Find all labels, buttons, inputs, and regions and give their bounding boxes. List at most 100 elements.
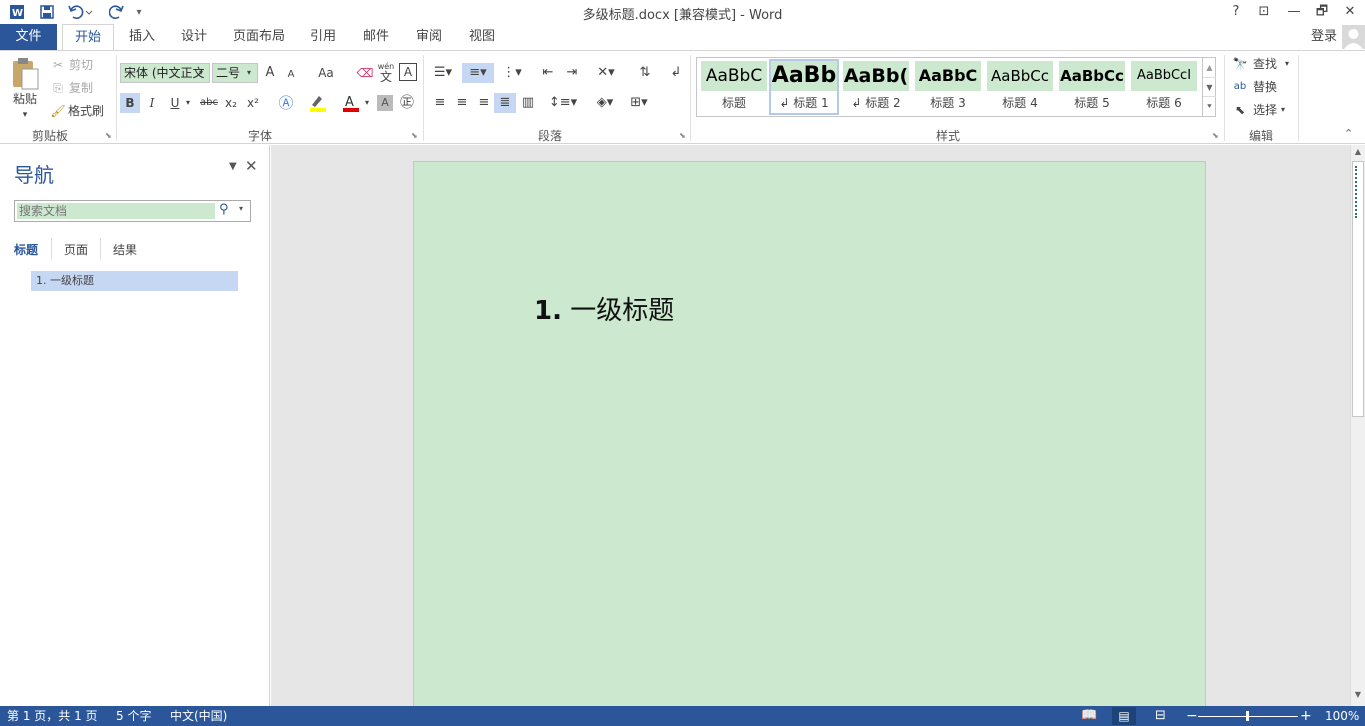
cut-button[interactable]: 剪切 [66, 55, 96, 75]
bold-button[interactable]: B [120, 93, 140, 113]
select-dropdown-icon[interactable]: ▾ [1278, 100, 1288, 120]
find-dropdown-icon[interactable]: ▾ [1282, 54, 1292, 74]
scroll-down-icon[interactable]: ▼ [1352, 690, 1364, 702]
align-left-icon[interactable]: ≡ [430, 93, 450, 113]
change-case-button[interactable]: Aa [312, 63, 340, 83]
tab-layout[interactable]: 页面布局 [228, 24, 290, 50]
paste-dropdown-icon[interactable]: ▾ [18, 105, 32, 125]
grow-font-button[interactable]: A [262, 63, 278, 83]
justify-icon[interactable]: ≣ [494, 93, 516, 113]
tab-home[interactable]: 开始 [62, 24, 114, 51]
font-launcher-icon[interactable]: ⬊ [411, 131, 418, 140]
multilevel-list-icon[interactable]: ⋮▾ [498, 63, 526, 83]
style-heading-2[interactable]: AaBb( ↲ 标题 2 [843, 61, 909, 113]
document-heading[interactable]: 1. 一级标题 [534, 290, 674, 327]
shrink-font-button[interactable]: A [284, 65, 298, 85]
restore-button[interactable]: 🗗 [1308, 2, 1336, 22]
page-count[interactable]: 第 1 页，共 1 页 [7, 706, 98, 726]
styles-down-icon[interactable]: ▼ [1203, 77, 1216, 96]
copy-button[interactable]: 复制 [66, 78, 96, 98]
style-heading-5[interactable]: AaBbCc 标题 5 [1059, 61, 1125, 113]
styles-up-icon[interactable]: ▲ [1203, 58, 1216, 77]
search-dropdown-icon[interactable]: ▾ [239, 204, 243, 213]
bullets-icon[interactable]: ☰▾ [430, 63, 456, 83]
ribbon-display-options-button[interactable]: ⊡ [1250, 2, 1278, 22]
zoom-out-icon[interactable]: − [1186, 706, 1198, 726]
text-effects-icon[interactable]: Ⓐ [274, 93, 298, 113]
increase-indent-icon[interactable]: ⇥ [562, 63, 582, 83]
help-button[interactable]: ? [1222, 2, 1250, 22]
nav-close-icon[interactable]: ✕ [245, 157, 258, 175]
find-button[interactable]: 查找 [1250, 54, 1280, 74]
phonetic-guide-button[interactable]: wén 文 [376, 63, 396, 84]
tab-references[interactable]: 引用 [303, 24, 343, 50]
select-button[interactable]: 选择 [1250, 100, 1280, 120]
nav-search-input[interactable] [17, 203, 215, 219]
style-heading-1[interactable]: AaBb ↲ 标题 1 [769, 59, 839, 115]
style-heading-6[interactable]: AaBbCcI 标题 6 [1131, 61, 1197, 113]
scroll-up-icon[interactable]: ▲ [1352, 147, 1364, 159]
numbering-icon[interactable]: ≡▾ [462, 63, 494, 83]
zoom-in-icon[interactable]: + [1300, 706, 1312, 726]
signin-link[interactable]: 登录 [1304, 24, 1344, 50]
nav-tab-pages[interactable]: 页面 [64, 241, 88, 258]
close-button[interactable]: ✕ [1336, 2, 1364, 22]
line-spacing-icon[interactable]: ↕≡▾ [548, 93, 578, 113]
collapse-ribbon-icon[interactable]: ⌃ [1344, 127, 1353, 140]
search-icon[interactable]: ⚲ [219, 202, 229, 217]
font-name-dropdown-icon[interactable]: ▾ [199, 64, 209, 82]
character-shading-icon[interactable]: A [377, 95, 393, 111]
chinese-layout-icon[interactable]: ✕▾ [592, 63, 620, 83]
underline-button[interactable]: U [166, 93, 184, 113]
web-layout-icon[interactable]: ⊟ [1155, 706, 1166, 726]
superscript-button[interactable]: x² [244, 93, 262, 113]
font-color-dropdown-icon[interactable]: ▾ [362, 93, 372, 113]
tab-design[interactable]: 设计 [174, 24, 214, 50]
borders-icon[interactable]: ⊞▾ [624, 93, 654, 113]
document-page[interactable]: 1. 一级标题 [413, 161, 1206, 721]
zoom-level[interactable]: 100% [1325, 706, 1359, 726]
tab-review[interactable]: 审阅 [409, 24, 449, 50]
tab-file[interactable]: 文件 [0, 24, 57, 50]
highlight-icon[interactable] [306, 93, 330, 113]
underline-dropdown-icon[interactable]: ▾ [183, 93, 193, 113]
nav-heading-item[interactable]: 1. 一级标题 [31, 271, 238, 291]
style-title[interactable]: AaBbC 标题 [701, 61, 767, 113]
shading-icon[interactable]: ◈▾ [590, 93, 620, 113]
tab-insert[interactable]: 插入 [122, 24, 162, 50]
show-marks-icon[interactable]: ↲ [666, 63, 686, 83]
character-border-icon[interactable]: A [399, 63, 417, 81]
tab-view[interactable]: 视图 [462, 24, 502, 50]
align-right-icon[interactable]: ≡ [474, 93, 494, 113]
style-heading-4[interactable]: AaBbCc 标题 4 [987, 61, 1053, 113]
replace-button[interactable]: 替换 [1250, 77, 1280, 97]
decrease-indent-icon[interactable]: ⇤ [538, 63, 558, 83]
format-painter-button[interactable]: 格式刷 [66, 101, 106, 121]
nav-tab-headings[interactable]: 标题 [14, 241, 38, 258]
paragraph-launcher-icon[interactable]: ⬊ [679, 131, 686, 140]
avatar[interactable] [1342, 25, 1365, 49]
font-size-dropdown-icon[interactable]: ▾ [247, 64, 257, 82]
zoom-slider-thumb[interactable] [1246, 711, 1249, 721]
enclose-characters-icon[interactable]: ㊣ [397, 93, 417, 113]
distributed-icon[interactable]: ▥ [518, 93, 538, 113]
vertical-scrollbar[interactable]: ▲ ▼ [1350, 145, 1365, 706]
clipboard-launcher-icon[interactable]: ⬊ [105, 131, 112, 140]
paste-icon[interactable] [8, 57, 42, 93]
strikethrough-button[interactable]: abc [198, 93, 220, 113]
word-count[interactable]: 5 个字 [116, 706, 151, 726]
font-name-combo[interactable]: 宋体 (中文正文 [120, 63, 210, 83]
print-layout-icon[interactable]: ▤ [1112, 707, 1136, 725]
font-color-icon[interactable]: A [340, 93, 362, 113]
scroll-thumb[interactable] [1352, 161, 1364, 417]
styles-more-icon[interactable]: ⯆ [1203, 96, 1216, 115]
clear-formatting-icon[interactable]: ⌫ [356, 63, 374, 83]
subscript-button[interactable]: x₂ [222, 93, 240, 113]
read-mode-icon[interactable]: 📖 [1081, 706, 1097, 726]
minimize-button[interactable]: — [1280, 2, 1308, 22]
align-center-icon[interactable]: ≡ [452, 93, 472, 113]
italic-button[interactable]: I [143, 93, 161, 113]
nav-tab-results[interactable]: 结果 [113, 241, 137, 258]
nav-options-icon[interactable]: ▼ [229, 161, 237, 172]
tab-mailings[interactable]: 邮件 [356, 24, 396, 50]
